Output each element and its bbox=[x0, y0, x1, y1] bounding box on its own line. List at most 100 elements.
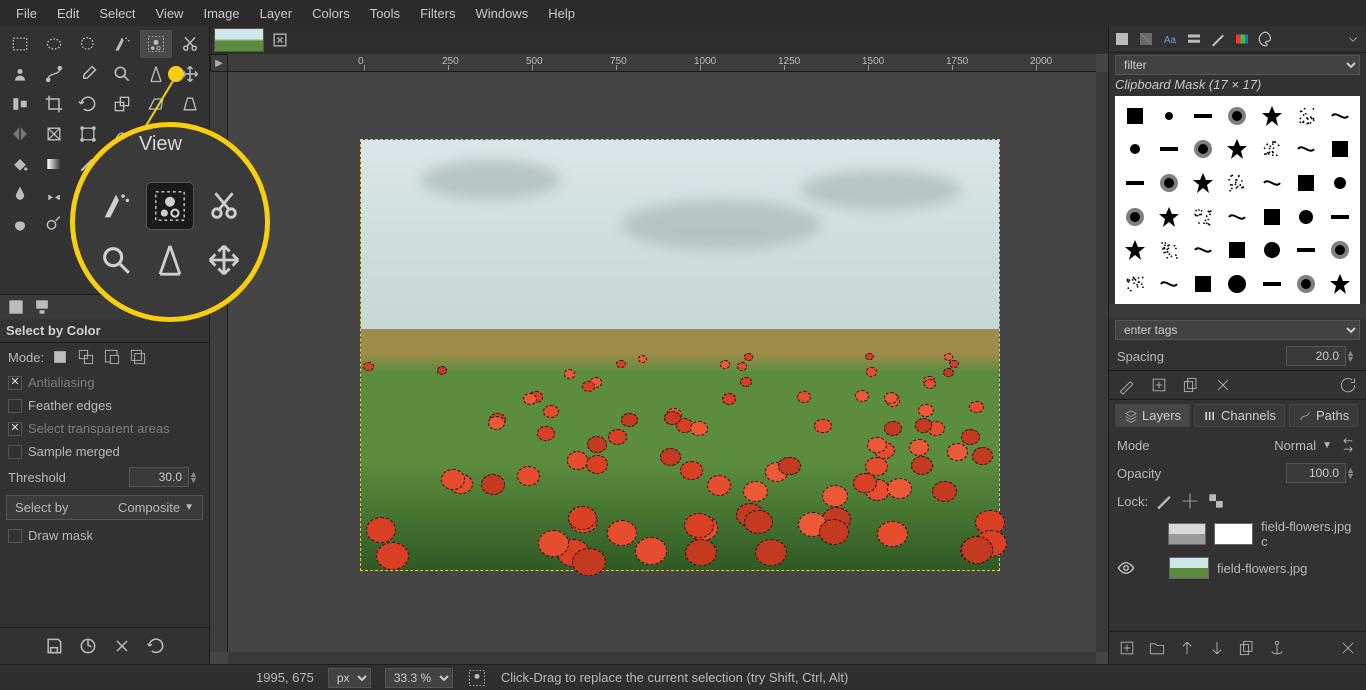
scrollbar-horizontal[interactable] bbox=[228, 652, 1096, 664]
brush-tags-select[interactable]: enter tags bbox=[1115, 320, 1360, 340]
layer-row[interactable]: field-flowers.jpg bbox=[1109, 553, 1366, 583]
image-tab-thumb[interactable] bbox=[214, 28, 264, 52]
tool-text[interactable]: A bbox=[174, 120, 206, 148]
menu-windows[interactable]: Windows bbox=[465, 2, 538, 25]
save-preset-icon[interactable] bbox=[44, 636, 64, 656]
ruler-vertical[interactable] bbox=[210, 72, 228, 652]
tool-perspective[interactable] bbox=[174, 90, 206, 118]
scrollbar-vertical[interactable] bbox=[1096, 72, 1108, 652]
spacing-value[interactable]: 20.0 bbox=[1286, 346, 1346, 366]
brushes-tab-icon[interactable] bbox=[1113, 30, 1131, 48]
menu-tools[interactable]: Tools bbox=[360, 2, 410, 25]
merged-check[interactable] bbox=[8, 445, 22, 459]
menu-help[interactable]: Help bbox=[538, 2, 585, 25]
raise-layer-icon[interactable] bbox=[1177, 638, 1197, 658]
mode-switch-icon[interactable] bbox=[1338, 435, 1358, 455]
tab-layers[interactable]: Layers bbox=[1115, 404, 1190, 427]
tool-bucket-fill[interactable] bbox=[4, 150, 36, 178]
select-by-value[interactable]: Composite bbox=[118, 500, 180, 515]
tool-scale[interactable] bbox=[106, 90, 138, 118]
menu-image[interactable]: Image bbox=[193, 2, 249, 25]
refresh-brush-icon[interactable] bbox=[1338, 375, 1358, 395]
tool-shear[interactable] bbox=[140, 90, 172, 118]
tool-blur[interactable] bbox=[174, 180, 206, 208]
tool-flip[interactable] bbox=[4, 120, 36, 148]
tool-crop[interactable] bbox=[38, 90, 70, 118]
dup-brush-icon[interactable] bbox=[1181, 375, 1201, 395]
transparent-check[interactable]: ✕ bbox=[8, 422, 22, 436]
opacity-value[interactable]: 100.0 bbox=[1286, 463, 1346, 483]
tab-paths[interactable]: Paths bbox=[1289, 404, 1358, 427]
brush-grid[interactable] bbox=[1115, 96, 1360, 304]
tool-dodge-burn[interactable] bbox=[38, 210, 70, 238]
tool-measure[interactable] bbox=[140, 60, 172, 88]
tool-color-picker[interactable] bbox=[72, 60, 104, 88]
mode-intersect-icon[interactable] bbox=[128, 347, 148, 367]
gradients-tab-icon[interactable] bbox=[1233, 30, 1251, 48]
mode-add-icon[interactable] bbox=[76, 347, 96, 367]
mode-subtract-icon[interactable] bbox=[102, 347, 122, 367]
tool-gradient[interactable] bbox=[38, 150, 70, 178]
device-status-tab-icon[interactable] bbox=[32, 297, 52, 317]
canvas-image[interactable] bbox=[360, 139, 1000, 571]
tool-options-tab-icon[interactable] bbox=[6, 297, 26, 317]
history-tab-icon[interactable] bbox=[1185, 30, 1203, 48]
tool-fuzzy-select[interactable] bbox=[106, 30, 138, 58]
tool-free-select[interactable] bbox=[72, 30, 104, 58]
lock-position-icon[interactable] bbox=[1180, 491, 1200, 511]
tool-mypaint[interactable] bbox=[38, 180, 70, 208]
tool-rect-select[interactable] bbox=[4, 30, 36, 58]
dock-menu-icon[interactable] bbox=[183, 297, 203, 317]
menu-filters[interactable]: Filters bbox=[410, 2, 465, 25]
tool-select-by-color[interactable] bbox=[140, 30, 172, 58]
status-zoom-select[interactable]: 33.3 % bbox=[385, 668, 453, 688]
patterns-tab-icon[interactable] bbox=[1137, 30, 1155, 48]
new-brush-icon[interactable] bbox=[1149, 375, 1169, 395]
tool-foreground-select[interactable] bbox=[4, 60, 36, 88]
fonts-tab-icon[interactable]: Aa bbox=[1161, 30, 1179, 48]
tool-pencil[interactable] bbox=[72, 150, 104, 178]
tool-ellipse-select[interactable] bbox=[38, 30, 70, 58]
ruler-horizontal[interactable]: 025050075010001250150017502000 bbox=[228, 54, 1096, 72]
menu-colors[interactable]: Colors bbox=[302, 2, 360, 25]
layer-mode-value[interactable]: Normal bbox=[1274, 438, 1316, 453]
layer-name[interactable]: field-flowers.jpg bbox=[1217, 561, 1307, 576]
status-unit-select[interactable]: px bbox=[328, 668, 371, 688]
lock-alpha-icon[interactable] bbox=[1206, 491, 1226, 511]
color-swatch[interactable] bbox=[76, 250, 134, 290]
lower-layer-icon[interactable] bbox=[1207, 638, 1227, 658]
canvas-viewport[interactable]: ▶ 025050075010001250150017502000 bbox=[210, 54, 1108, 664]
close-tab-icon[interactable] bbox=[270, 30, 290, 50]
brush-filter-select[interactable]: filter bbox=[1115, 55, 1360, 75]
lock-pixels-icon[interactable] bbox=[1154, 491, 1174, 511]
dup-layer-icon[interactable] bbox=[1237, 638, 1257, 658]
menu-layer[interactable]: Layer bbox=[250, 2, 303, 25]
delete-preset-icon[interactable] bbox=[112, 636, 132, 656]
tool-eraser[interactable] bbox=[140, 150, 172, 178]
layer-group-icon[interactable] bbox=[1147, 638, 1167, 658]
tool-perspective-clone[interactable] bbox=[140, 180, 172, 208]
edit-brush-icon[interactable] bbox=[1117, 375, 1137, 395]
dock-menu-right-icon[interactable] bbox=[1344, 30, 1362, 48]
tool-ink[interactable] bbox=[4, 180, 36, 208]
eye-icon[interactable] bbox=[1117, 559, 1135, 577]
menu-select[interactable]: Select bbox=[89, 2, 145, 25]
draw-mask-check[interactable] bbox=[8, 529, 22, 543]
menu-file[interactable]: File bbox=[6, 2, 47, 25]
menu-view[interactable]: View bbox=[146, 2, 194, 25]
tool-paths[interactable] bbox=[38, 60, 70, 88]
mode-chevron-icon[interactable]: ▼ bbox=[1322, 440, 1332, 451]
fg-color[interactable] bbox=[86, 250, 122, 274]
tool-scissors[interactable] bbox=[174, 30, 206, 58]
ruler-origin[interactable]: ▶ bbox=[210, 54, 228, 72]
tool-zoom[interactable] bbox=[106, 60, 138, 88]
mode-replace-icon[interactable] bbox=[50, 347, 70, 367]
tab-channels[interactable]: Channels bbox=[1194, 404, 1285, 427]
tool-align[interactable] bbox=[4, 90, 36, 118]
tool-cage[interactable] bbox=[38, 120, 70, 148]
feather-check[interactable] bbox=[8, 399, 22, 413]
opacity-spinner[interactable]: ▲▼ bbox=[1346, 467, 1358, 479]
chevron-down-icon[interactable]: ▼ bbox=[184, 502, 194, 513]
tool-airbrush[interactable] bbox=[174, 150, 206, 178]
tool-smudge[interactable] bbox=[4, 210, 36, 238]
